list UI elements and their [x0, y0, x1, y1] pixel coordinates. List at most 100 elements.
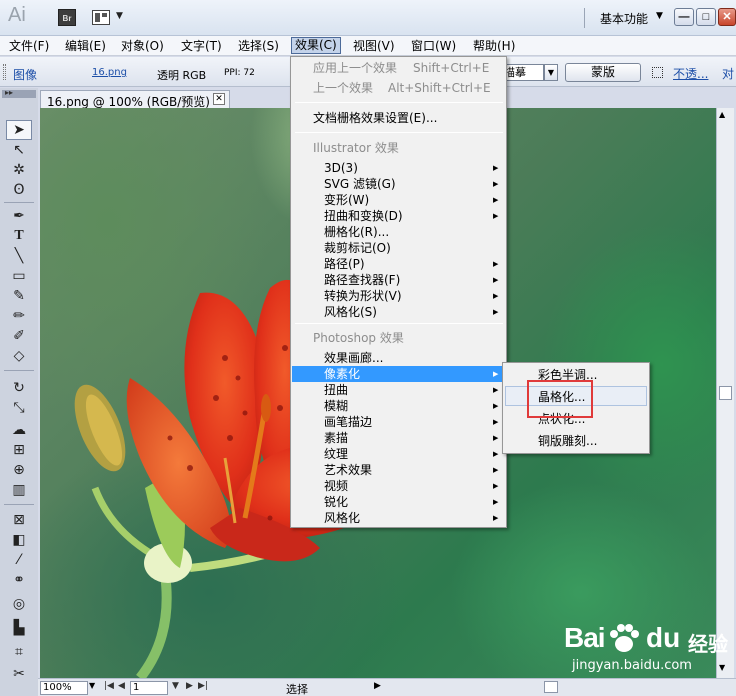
- shape-builder-tool-icon[interactable]: ⊕: [6, 460, 32, 480]
- zoom-dropdown-icon[interactable]: ▼: [89, 681, 95, 690]
- menu-help[interactable]: 帮助(H): [470, 38, 518, 55]
- menu-blur[interactable]: 模糊 ▶: [292, 398, 505, 414]
- scroll-up-icon[interactable]: ▲: [719, 110, 725, 119]
- magic-wand-tool-icon[interactable]: ✲: [6, 160, 32, 180]
- mesh-tool-icon[interactable]: ⊠: [6, 510, 32, 530]
- submenu-arrow-icon: ▶: [493, 260, 499, 268]
- menu-edit[interactable]: 编辑(E): [62, 38, 109, 55]
- pencil-tool-icon[interactable]: ✏: [6, 306, 32, 326]
- workspace-dropdown-icon[interactable]: ▼: [656, 11, 663, 21]
- close-tab-icon[interactable]: ✕: [213, 93, 225, 105]
- menu-file[interactable]: 文件(F): [6, 38, 52, 55]
- menu-texture[interactable]: 纹理 ▶: [292, 446, 505, 462]
- pen-tool-icon[interactable]: ✒: [6, 206, 32, 226]
- warp-tool-icon[interactable]: ☁: [6, 420, 32, 440]
- workspace-switcher[interactable]: 基本功能: [600, 10, 648, 27]
- eyedropper-tool-icon[interactable]: ⁄: [6, 550, 32, 570]
- menu-artistic[interactable]: 艺术效果 ▶: [292, 462, 505, 478]
- blob-brush-tool-icon[interactable]: ✐: [6, 326, 32, 346]
- menu-select[interactable]: 选择(S): [235, 38, 282, 55]
- menu-video[interactable]: 视频 ▶: [292, 478, 505, 494]
- align-link[interactable]: 对: [722, 65, 734, 82]
- menu-item-label: 3D(3): [324, 161, 358, 175]
- slice-tool-icon[interactable]: ✂: [6, 664, 32, 684]
- symbol-sprayer-tool-icon[interactable]: ◎: [6, 594, 32, 614]
- prev-artboard-icon[interactable]: ◀: [118, 681, 125, 691]
- menu-svg-filters[interactable]: SVG 滤镜(G) ▶: [292, 176, 505, 192]
- artboard-tool-icon[interactable]: ⌗: [6, 642, 32, 662]
- menu-mezzotint[interactable]: 铜版雕刻...: [505, 431, 647, 451]
- menu-effect-gallery[interactable]: 效果画廊...: [292, 350, 505, 366]
- next-artboard-icon[interactable]: ▶: [186, 681, 193, 691]
- menu-3d[interactable]: 3D(3) ▶: [292, 160, 505, 176]
- zoom-level-field[interactable]: 100%: [40, 681, 88, 695]
- menu-pathfinder[interactable]: 路径查找器(F) ▶: [292, 272, 505, 288]
- eraser-tool-icon[interactable]: ◇: [6, 346, 32, 366]
- submenu-arrow-icon: ▶: [493, 180, 499, 188]
- status-display[interactable]: 选择: [286, 681, 308, 696]
- free-transform-tool-icon[interactable]: ⊞: [6, 440, 32, 460]
- graph-tool-icon[interactable]: ▥: [6, 480, 32, 500]
- lasso-tool-icon[interactable]: ʘ: [6, 180, 32, 200]
- menu-raster-settings[interactable]: 文档栅格效果设置(E)...: [292, 110, 505, 126]
- horizontal-scroll-thumb[interactable]: [544, 681, 558, 693]
- paintbrush-tool-icon[interactable]: ✎: [6, 286, 32, 306]
- menu-item-label: 模糊: [324, 399, 349, 413]
- vertical-scrollbar[interactable]: ▲ ▼: [716, 108, 734, 678]
- menu-warp[interactable]: 变形(W) ▶: [292, 192, 505, 208]
- direct-selection-tool-icon[interactable]: ↖: [6, 140, 32, 160]
- selection-tool-icon[interactable]: ➤: [6, 120, 32, 140]
- menu-type[interactable]: 文字(T): [178, 38, 225, 55]
- menu-view[interactable]: 视图(V): [350, 38, 398, 55]
- menu-sharpen[interactable]: 锐化 ▶: [292, 494, 505, 510]
- rotate-tool-icon[interactable]: ↻: [6, 378, 32, 398]
- line-tool-icon[interactable]: ╲: [6, 246, 32, 266]
- menu-distort-transform[interactable]: 扭曲和变换(D) ▶: [292, 208, 505, 224]
- toolbox-header[interactable]: ▸▸: [2, 88, 36, 98]
- transform-options-icon[interactable]: [652, 67, 663, 78]
- panel-grip-icon[interactable]: [3, 64, 6, 80]
- arrange-documents-icon[interactable]: [92, 10, 110, 25]
- blend-tool-icon[interactable]: ⚭: [6, 570, 32, 590]
- menu-object[interactable]: 对象(O): [118, 38, 167, 55]
- menu-item-label: 转换为形状(V): [324, 289, 402, 303]
- menu-sketch[interactable]: 素描 ▶: [292, 430, 505, 446]
- opacity-link[interactable]: 不透...: [673, 65, 708, 82]
- menu-window[interactable]: 窗口(W): [408, 38, 459, 55]
- status-menu-icon[interactable]: ▶: [374, 681, 381, 691]
- scale-tool-icon[interactable]: ⤡: [6, 398, 32, 418]
- first-artboard-icon[interactable]: |◀: [104, 681, 114, 691]
- paw-logo-icon: [610, 624, 639, 652]
- menu-crop-marks[interactable]: 裁剪标记(O): [292, 240, 505, 256]
- type-tool-icon[interactable]: T: [6, 226, 32, 246]
- menu-convert-to-shape[interactable]: 转换为形状(V) ▶: [292, 288, 505, 304]
- menu-stylize-photoshop[interactable]: 风格化 ▶: [292, 510, 505, 526]
- minimize-button[interactable]: —: [674, 8, 694, 26]
- artboard-dropdown-icon[interactable]: ▼: [172, 681, 179, 691]
- document-tab[interactable]: 16.png @ 100% (RGB/预览) ✕: [40, 90, 230, 109]
- mask-button[interactable]: 蒙版: [565, 63, 641, 82]
- artboard-number-field[interactable]: 1: [130, 681, 168, 695]
- trace-preset-dropdown[interactable]: ▼: [544, 64, 558, 81]
- menu-apply-last-effect[interactable]: 应用上一个效果 Shift+Ctrl+E: [292, 60, 505, 76]
- menu-brush-strokes[interactable]: 画笔描边 ▶: [292, 414, 505, 430]
- menu-last-effect[interactable]: 上一个效果 Alt+Shift+Ctrl+E: [292, 80, 505, 96]
- menu-rasterize[interactable]: 栅格化(R)...: [292, 224, 505, 240]
- menu-pixelate[interactable]: 像素化 ▶: [292, 366, 505, 382]
- vertical-scroll-thumb[interactable]: [719, 386, 732, 400]
- menu-distort[interactable]: 扭曲 ▶: [292, 382, 505, 398]
- gradient-tool-icon[interactable]: ◧: [6, 530, 32, 550]
- arrange-dropdown-icon[interactable]: ▼: [116, 11, 123, 21]
- bridge-button[interactable]: Br: [58, 9, 76, 26]
- maximize-button[interactable]: □: [696, 8, 716, 26]
- menu-effect[interactable]: 效果(C): [291, 37, 341, 54]
- menu-stylize-illustrator[interactable]: 风格化(S) ▶: [292, 304, 505, 320]
- column-graph-tool-icon[interactable]: ▙: [6, 618, 32, 638]
- rectangle-tool-icon[interactable]: ▭: [6, 266, 32, 286]
- menu-item-label: 风格化(S): [324, 305, 377, 319]
- watermark-brand-right: du: [646, 622, 681, 653]
- linked-file-link[interactable]: 16.png: [92, 67, 127, 78]
- last-artboard-icon[interactable]: ▶|: [198, 681, 208, 691]
- close-button[interactable]: ✕: [718, 8, 736, 26]
- menu-path[interactable]: 路径(P) ▶: [292, 256, 505, 272]
